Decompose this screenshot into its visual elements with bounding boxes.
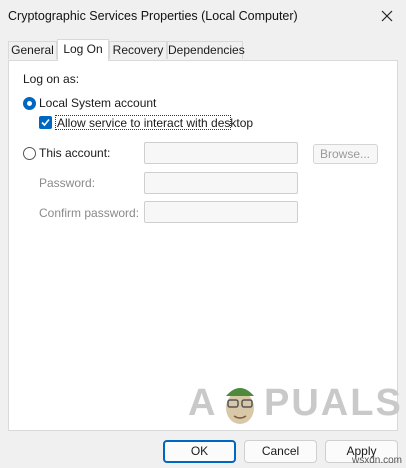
tab-strip: General Log On Recovery Dependencies	[8, 39, 398, 61]
tab-dependencies[interactable]: Dependencies	[167, 41, 245, 59]
interact-desktop-checkbox[interactable]	[39, 116, 52, 129]
tab-label: General	[11, 43, 54, 57]
confirm-password-input[interactable]	[144, 201, 298, 223]
tab-recovery[interactable]: Recovery	[109, 41, 167, 59]
watermark-text-right: PUALS	[264, 382, 403, 424]
confirm-password-label: Confirm password:	[39, 206, 140, 220]
this-account-radio[interactable]	[23, 147, 36, 160]
tab-log-on[interactable]: Log On	[57, 39, 109, 61]
log-on-panel: Log on as: Local System account Allow se…	[8, 60, 398, 431]
this-account-label[interactable]: This account:	[39, 146, 110, 160]
tab-general[interactable]: General	[8, 41, 57, 59]
browse-label: Browse...	[320, 147, 371, 161]
source-credit: wsxdn.com	[351, 455, 402, 466]
tab-label: Recovery	[112, 43, 164, 57]
close-button[interactable]	[378, 7, 396, 25]
ok-label: OK	[190, 444, 209, 458]
local-system-radio[interactable]	[23, 97, 36, 110]
browse-button[interactable]: Browse...	[313, 144, 378, 164]
window-title: Cryptographic Services Properties (Local…	[8, 9, 298, 23]
cancel-label: Cancel	[261, 444, 300, 458]
password-label: Password:	[39, 176, 96, 190]
mascot-logo-icon	[226, 388, 254, 424]
close-icon	[381, 10, 393, 22]
cancel-button[interactable]: Cancel	[244, 440, 317, 463]
this-account-input[interactable]	[144, 142, 298, 164]
tab-label: Log On	[63, 42, 103, 56]
watermark-text-left: A	[188, 382, 218, 424]
password-input[interactable]	[144, 172, 298, 194]
checkmark-icon	[41, 118, 50, 127]
local-system-label[interactable]: Local System account	[39, 96, 156, 110]
log-on-as-label: Log on as:	[23, 72, 80, 86]
title-bar: Cryptographic Services Properties (Local…	[0, 0, 406, 32]
tab-label: Dependencies	[168, 43, 245, 57]
ok-button[interactable]: OK	[163, 440, 236, 463]
interact-desktop-label[interactable]: Allow service to interact with desktop	[57, 116, 253, 130]
